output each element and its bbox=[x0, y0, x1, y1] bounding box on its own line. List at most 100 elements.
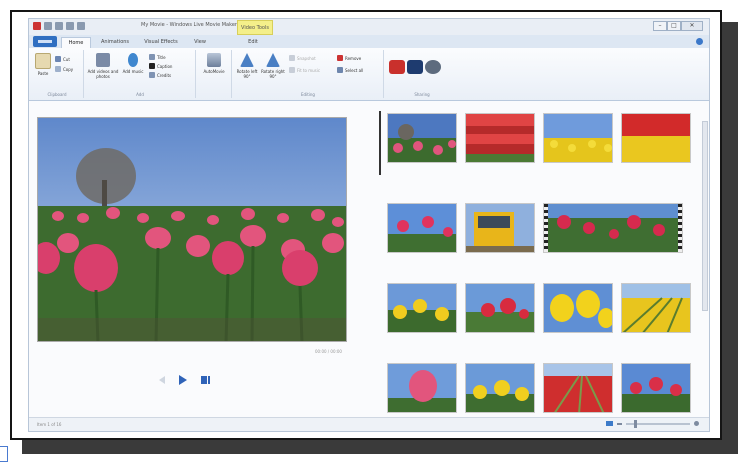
zoom-slider-handle[interactable] bbox=[634, 419, 637, 428]
cut-button[interactable]: Cut bbox=[55, 56, 70, 62]
red-tulips-thumb bbox=[466, 114, 534, 162]
tab-edit[interactable]: Edit bbox=[241, 37, 265, 48]
window-title: My Movie - Windows Live Movie Maker bbox=[141, 22, 237, 28]
edge-marker bbox=[0, 446, 8, 462]
title-bar: My Movie - Windows Live Movie Maker Vide… bbox=[29, 19, 709, 35]
monitor-icon[interactable] bbox=[407, 60, 423, 74]
help-icon[interactable] bbox=[696, 38, 703, 45]
status-bar: Item 1 of 16 bbox=[29, 417, 709, 431]
group-label-clipboard: Clipboard bbox=[47, 92, 67, 97]
clip-thumbnail[interactable] bbox=[543, 363, 613, 413]
add-videos-button[interactable]: Add videos and photos bbox=[87, 53, 119, 79]
rotate-right-icon bbox=[266, 53, 280, 67]
tab-home[interactable]: Home bbox=[61, 37, 91, 48]
select-all-icon bbox=[337, 67, 343, 73]
storyboard-scrollbar[interactable] bbox=[701, 109, 709, 409]
scrollbar-thumb[interactable] bbox=[702, 121, 708, 311]
undo-icon[interactable] bbox=[55, 22, 63, 30]
automovie-button[interactable]: AutoMovie bbox=[201, 53, 227, 74]
ribbon: Paste Cut Copy Clipboard Add videos and … bbox=[29, 48, 709, 101]
snapshot-button[interactable]: Snapshot bbox=[289, 55, 316, 61]
group-clipboard: Paste Cut Copy Clipboard bbox=[31, 50, 84, 98]
red-tulips-blue-thumb bbox=[622, 364, 690, 412]
tulips-sky-thumb bbox=[388, 204, 456, 252]
minimize-button[interactable]: – bbox=[653, 21, 667, 31]
tulip-field-photo bbox=[38, 118, 346, 341]
tab-view[interactable]: View bbox=[189, 37, 211, 48]
group-add: Add videos and photos Add music Title Ca… bbox=[85, 50, 196, 98]
previous-frame-icon[interactable] bbox=[159, 376, 165, 384]
redo-icon[interactable] bbox=[66, 22, 74, 30]
clip-thumbnail[interactable] bbox=[387, 283, 457, 333]
red-tulips-sky-thumb bbox=[466, 284, 534, 332]
clip-thumbnail[interactable] bbox=[543, 113, 613, 163]
title-button[interactable]: Title bbox=[149, 54, 166, 60]
play-icon[interactable] bbox=[179, 375, 187, 385]
clip-thumbnail[interactable] bbox=[465, 203, 535, 253]
yellow-red-thumb bbox=[466, 364, 534, 412]
close-button[interactable]: ✕ bbox=[681, 21, 703, 31]
paste-icon bbox=[35, 53, 51, 69]
clip-thumbnail[interactable] bbox=[387, 113, 457, 163]
automovie-icon bbox=[207, 53, 221, 67]
zoom-out-icon[interactable] bbox=[617, 422, 622, 425]
thumbnail-size-icon[interactable] bbox=[606, 421, 613, 426]
clip-thumbnail[interactable] bbox=[465, 283, 535, 333]
tab-visual-effects[interactable]: Visual Effects bbox=[139, 37, 183, 48]
copy-button[interactable]: Copy bbox=[55, 66, 73, 72]
credits-icon bbox=[149, 72, 155, 78]
scissors-icon bbox=[55, 56, 61, 62]
clip-thumbnail[interactable] bbox=[465, 113, 535, 163]
tab-animations[interactable]: Animations bbox=[95, 37, 135, 48]
clip-thumbnail[interactable] bbox=[387, 363, 457, 413]
tulips-tree-thumb bbox=[388, 114, 456, 162]
next-frame-icon[interactable] bbox=[201, 376, 210, 384]
app-icon[interactable] bbox=[33, 22, 41, 30]
maximize-button[interactable]: □ bbox=[667, 21, 681, 31]
playback-controls bbox=[159, 375, 210, 385]
remove-button[interactable]: Remove bbox=[337, 55, 361, 61]
zoom-controls bbox=[606, 419, 699, 428]
credits-button[interactable]: Credits bbox=[149, 72, 171, 78]
group-sharing: Sharing bbox=[385, 50, 459, 98]
ribbon-tabs: Home Animations Visual Effects View Edit bbox=[29, 35, 709, 49]
video-preview[interactable] bbox=[37, 117, 347, 342]
application-menu-button[interactable] bbox=[33, 36, 57, 47]
music-note-icon bbox=[128, 53, 138, 67]
status-text: Item 1 of 16 bbox=[37, 422, 62, 427]
clip-thumbnail[interactable] bbox=[387, 203, 457, 253]
clip-thumbnail[interactable] bbox=[621, 113, 691, 163]
film-photo-icon bbox=[96, 53, 110, 67]
window-buttons: – □ ✕ bbox=[653, 21, 703, 31]
rotate-right-button[interactable]: Rotate right 90° bbox=[261, 53, 285, 79]
clip-thumbnail[interactable] bbox=[621, 363, 691, 413]
fit-icon bbox=[289, 67, 295, 73]
copy-icon bbox=[55, 66, 61, 72]
group-label-sharing: Sharing bbox=[414, 92, 430, 97]
zoom-in-icon[interactable] bbox=[694, 421, 699, 426]
rotate-left-button[interactable]: Rotate left 90° bbox=[235, 53, 259, 79]
zoom-slider[interactable] bbox=[626, 419, 690, 428]
youtube-icon[interactable] bbox=[389, 60, 405, 74]
context-tab-video-tools[interactable]: Video Tools bbox=[237, 20, 273, 35]
screenshot-frame: My Movie - Windows Live Movie Maker Vide… bbox=[10, 10, 722, 440]
fit-to-music-button[interactable]: Fit to music bbox=[289, 67, 320, 73]
clip-thumbnail[interactable] bbox=[465, 363, 535, 413]
select-all-button[interactable]: Select all bbox=[337, 67, 363, 73]
yellow-bus-thumb bbox=[466, 204, 534, 252]
preview-time: 00:00 / 00:00 bbox=[315, 349, 342, 354]
disc-icon[interactable] bbox=[425, 60, 441, 74]
clip-thumbnail[interactable] bbox=[621, 283, 691, 333]
properties-icon[interactable] bbox=[77, 22, 85, 30]
yellow-rows-thumb bbox=[622, 284, 690, 332]
caption-button[interactable]: Caption bbox=[149, 63, 172, 69]
paste-button[interactable]: Paste bbox=[35, 53, 51, 76]
video-clip-thumbnail[interactable] bbox=[543, 203, 683, 253]
group-label-editing: Editing bbox=[301, 92, 315, 97]
save-icon[interactable] bbox=[44, 22, 52, 30]
clip-thumbnail[interactable] bbox=[543, 283, 613, 333]
yellow-tulips-thumb bbox=[388, 284, 456, 332]
pink-tulip-thumb bbox=[388, 364, 456, 412]
add-music-button[interactable]: Add music bbox=[121, 53, 145, 74]
remove-icon bbox=[337, 55, 343, 61]
